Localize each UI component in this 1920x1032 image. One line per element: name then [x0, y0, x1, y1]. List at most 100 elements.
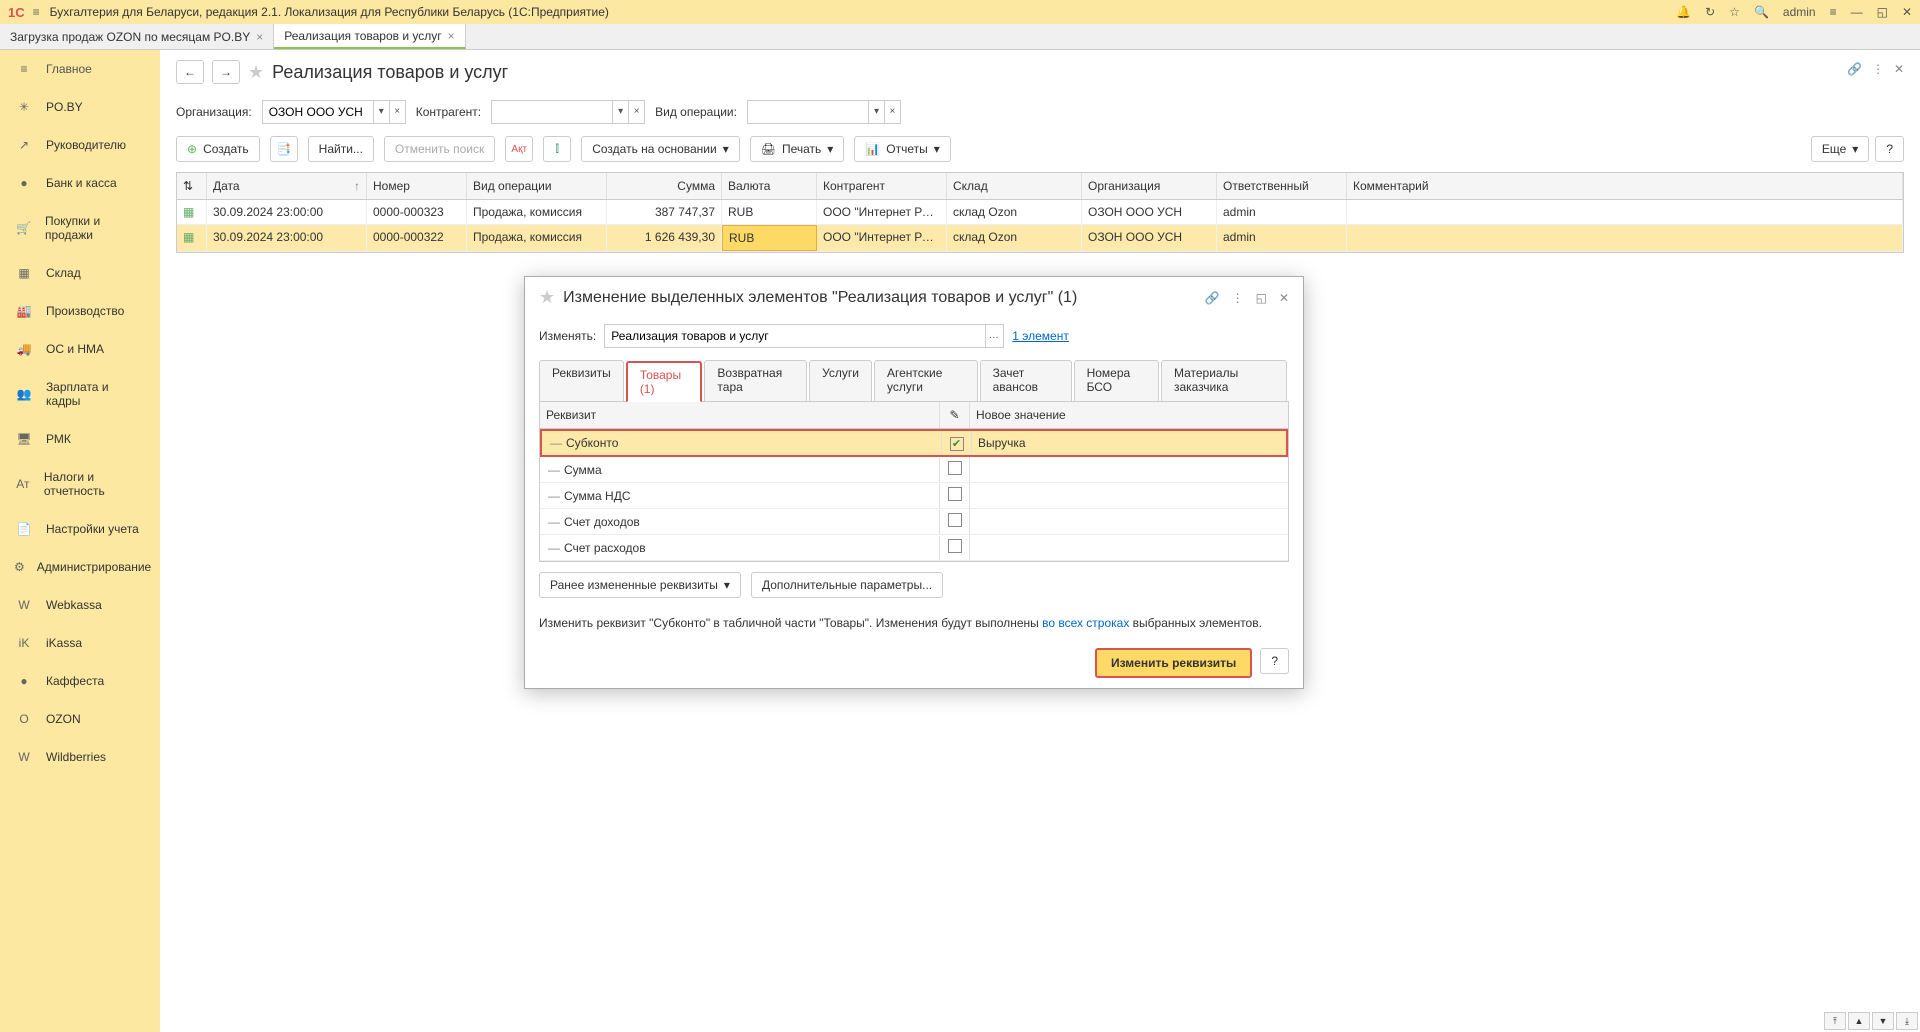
sidebar-item[interactable]: 👥Зарплата и кадры [0, 368, 160, 420]
close-dialog-icon[interactable]: ✕ [1279, 291, 1289, 305]
col-warehouse[interactable]: Склад [947, 173, 1082, 199]
requisite-row[interactable]: Сумма [540, 457, 1288, 483]
more-button[interactable]: Еще ▾ [1811, 136, 1869, 162]
col-icon[interactable]: ⇅ [177, 173, 207, 199]
akt-button[interactable]: Ақт [505, 136, 533, 162]
hamburger-icon[interactable]: ≡ [33, 5, 40, 19]
close-icon[interactable]: × [448, 29, 455, 43]
dialog-tab[interactable]: Материалы заказчика [1161, 360, 1287, 401]
col-sum[interactable]: Сумма [607, 173, 722, 199]
checkbox-icon[interactable] [948, 513, 962, 527]
link-icon[interactable]: 🔗 [1205, 291, 1220, 305]
chevron-down-icon[interactable]: ▾ [868, 101, 884, 123]
tab-realization[interactable]: Реализация товаров и услуг × [274, 24, 465, 49]
sidebar-item[interactable]: ↗Руководителю [0, 126, 160, 164]
scroll-top-icon[interactable]: ⤒ [1824, 1012, 1846, 1030]
copy-button[interactable]: 📑 [270, 136, 298, 162]
favorite-icon[interactable]: ★ [248, 62, 264, 83]
close-page-icon[interactable]: ✕ [1894, 62, 1904, 76]
checkbox-icon[interactable] [948, 461, 962, 475]
clear-icon[interactable]: × [628, 101, 644, 123]
requisite-row[interactable]: Счет расходов [540, 535, 1288, 561]
requisite-row[interactable]: Субконто Выручка [540, 429, 1288, 457]
print-button[interactable]: 🖨Печать ▾ [750, 136, 845, 162]
requisite-value[interactable]: Выручка [972, 431, 1286, 455]
dialog-tab[interactable]: Номера БСО [1074, 360, 1159, 401]
requisite-value[interactable] [970, 543, 1288, 553]
favorite-icon[interactable]: ★ [539, 287, 555, 308]
search-icon[interactable]: 🔍 [1754, 5, 1769, 19]
reports-button[interactable]: 📊Отчеты ▾ [854, 136, 950, 162]
table-row[interactable]: ▦ 30.09.2024 23:00:00 0000-000322 Продаж… [177, 225, 1903, 252]
scroll-up-icon[interactable]: ▲ [1848, 1012, 1870, 1030]
sidebar-item[interactable]: АтНалоги и отчетность [0, 458, 160, 510]
dialog-help-button[interactable]: ? [1260, 648, 1289, 674]
link-icon[interactable]: 🔗 [1847, 62, 1862, 76]
help-button[interactable]: ? [1875, 136, 1904, 162]
requisite-row[interactable]: Счет доходов [540, 509, 1288, 535]
dialog-tab[interactable]: Услуги [809, 360, 872, 401]
col-contragent[interactable]: Контрагент [817, 173, 947, 199]
history-icon[interactable]: ↻ [1705, 5, 1715, 19]
sidebar-item[interactable]: ▦Склад [0, 254, 160, 292]
cancel-search-button[interactable]: Отменить поиск [384, 136, 495, 162]
elements-link[interactable]: 1 элемент [1012, 329, 1069, 343]
change-input[interactable] [605, 325, 985, 347]
minimize-icon[interactable]: — [1851, 5, 1863, 19]
chevron-down-icon[interactable]: ▾ [612, 101, 628, 123]
col-comment[interactable]: Комментарий [1347, 173, 1903, 199]
table-row[interactable]: ▦ 30.09.2024 23:00:00 0000-000323 Продаж… [177, 200, 1903, 225]
col-responsible[interactable]: Ответственный [1217, 173, 1347, 199]
create-based-button[interactable]: Создать на основании ▾ [581, 136, 740, 162]
bell-icon[interactable]: 🔔 [1676, 5, 1691, 19]
checkbox-icon[interactable] [948, 539, 962, 553]
user-label[interactable]: admin [1783, 5, 1816, 19]
sidebar-item[interactable]: ●Банк и касса [0, 164, 160, 202]
col-organization[interactable]: Организация [1082, 173, 1217, 199]
star-icon[interactable]: ☆ [1729, 5, 1740, 19]
kebab-icon[interactable]: ⋮ [1232, 291, 1244, 305]
dialog-tab[interactable]: Зачет авансов [980, 360, 1072, 401]
org-input[interactable] [263, 101, 373, 123]
col-currency[interactable]: Валюта [722, 173, 817, 199]
requisite-check-cell[interactable] [940, 535, 970, 560]
settings-icon[interactable]: ≡ [1830, 5, 1837, 19]
sidebar-item[interactable]: ⚙Администрирование [0, 548, 160, 586]
col-operation[interactable]: Вид операции [467, 173, 607, 199]
sidebar-item[interactable]: ≡Главное [0, 50, 160, 88]
extra-params-button[interactable]: Дополнительные параметры... [751, 572, 943, 598]
back-button[interactable]: ← [176, 60, 204, 84]
sidebar-item[interactable]: WWildberries [0, 738, 160, 776]
requisite-value[interactable] [970, 517, 1288, 527]
col-number[interactable]: Номер [367, 173, 467, 199]
restore-icon[interactable]: ◱ [1877, 5, 1888, 19]
more-icon[interactable]: … [985, 325, 1001, 347]
sidebar-item[interactable]: 🚚ОС и НМА [0, 330, 160, 368]
dialog-tab[interactable]: Возвратная тара [704, 360, 807, 401]
dialog-tab[interactable]: Агентские услуги [874, 360, 978, 401]
kontr-input[interactable] [492, 101, 612, 123]
clear-icon[interactable]: × [389, 101, 405, 123]
chevron-down-icon[interactable]: ▾ [373, 101, 389, 123]
checkbox-icon[interactable] [948, 487, 962, 501]
close-app-icon[interactable]: ✕ [1902, 5, 1912, 19]
sidebar-item[interactable]: ●Каффеста [0, 662, 160, 700]
forward-button[interactable]: → [212, 60, 240, 84]
maximize-icon[interactable]: ◱ [1256, 291, 1267, 305]
requisite-check-cell[interactable] [940, 483, 970, 508]
sidebar-item[interactable]: iKiKassa [0, 624, 160, 662]
all-rows-link[interactable]: во всех строках [1042, 616, 1129, 630]
create-button[interactable]: ⊕Создать [176, 136, 260, 162]
op-input[interactable] [748, 101, 868, 123]
sidebar-item[interactable]: ✳PO.BY [0, 88, 160, 126]
sidebar-item[interactable]: 📄Настройки учета [0, 510, 160, 548]
requisite-row[interactable]: Сумма НДС [540, 483, 1288, 509]
sidebar-item[interactable]: 🖥РМК [0, 420, 160, 458]
requisite-check-cell[interactable] [940, 509, 970, 534]
clear-icon[interactable]: × [884, 101, 900, 123]
requisite-check-cell[interactable] [942, 432, 972, 455]
col-date[interactable]: Дата ↑ [207, 173, 367, 199]
dialog-tab[interactable]: Товары (1) [626, 361, 703, 402]
scroll-bottom-icon[interactable]: ⤓ [1896, 1012, 1918, 1030]
sidebar-item[interactable]: 🛒Покупки и продажи [0, 202, 160, 254]
